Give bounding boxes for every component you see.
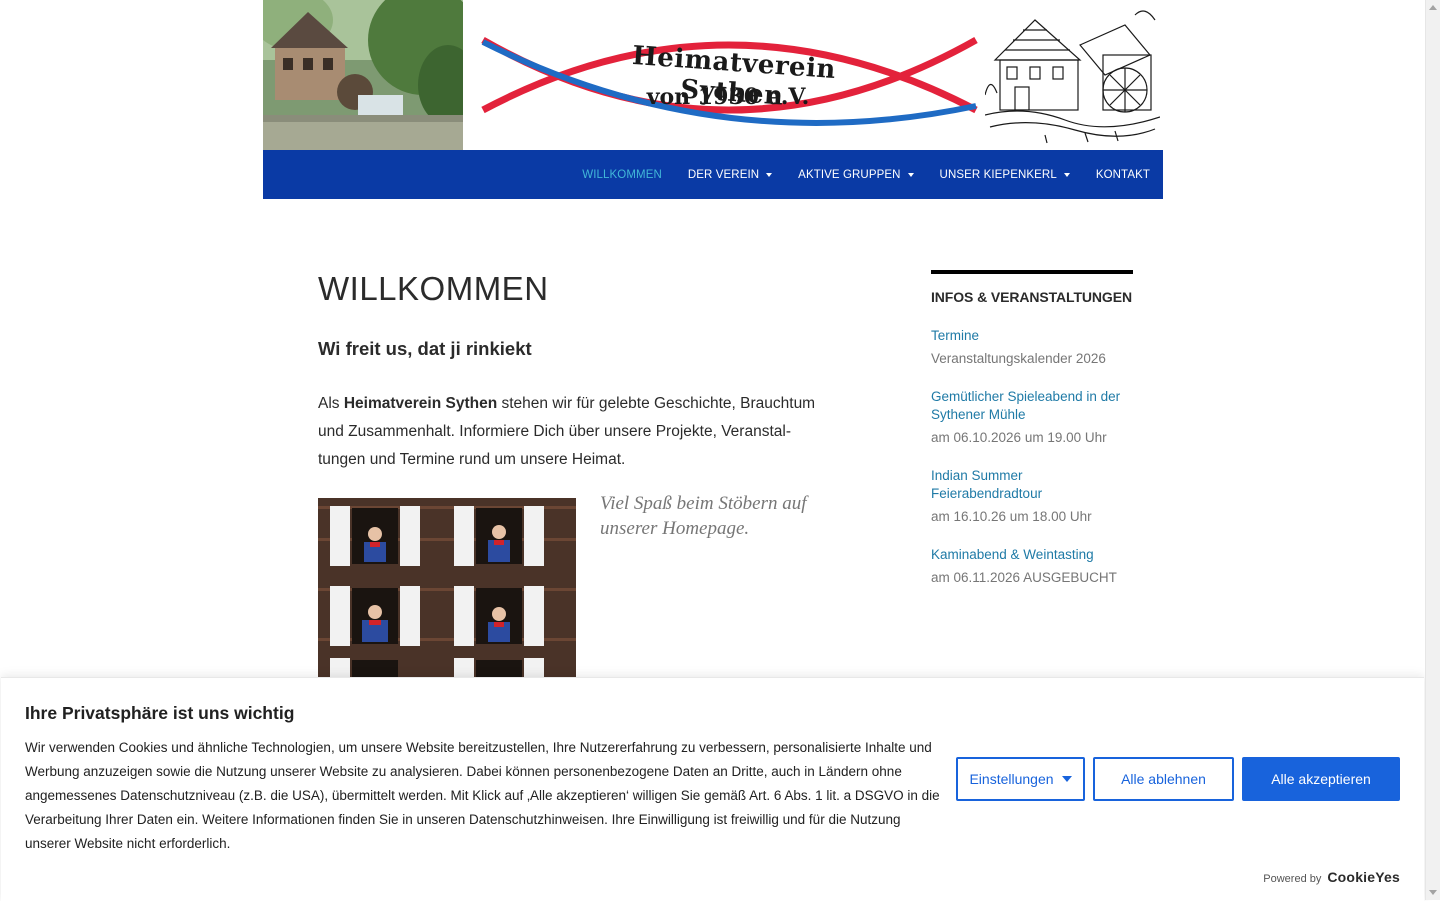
cookie-consent-banner: Ihre Privatsphäre ist uns wichtig Wir ve… xyxy=(1,677,1424,901)
caret-down-icon xyxy=(766,172,773,177)
reject-all-button[interactable]: Alle ablehnen xyxy=(1093,757,1234,801)
accept-all-button[interactable]: Alle akzeptieren xyxy=(1242,757,1400,801)
event-item: Gemütlicher Spieleabend in der Sythener … xyxy=(931,388,1133,447)
nav-item-der-verein[interactable]: DER VEREIN xyxy=(675,150,785,199)
scroll-down-icon[interactable] xyxy=(1429,890,1437,895)
site-header: Heimatverein Sythen von 1930 e.V. xyxy=(263,0,1163,150)
page-title: WILLKOMMEN xyxy=(318,270,549,307)
nav-item-label: AKTIVE GRUPPEN xyxy=(798,168,901,181)
event-link[interactable]: Kaminabend & Weintasting xyxy=(931,546,1133,564)
event-link[interactable]: Termine xyxy=(931,327,1133,345)
cookie-title: Ihre Privatsphäre ist uns wichtig xyxy=(25,703,295,723)
event-date: am 06.10.2026 um 19.00 Uhr xyxy=(931,430,1107,445)
scroll-up-icon[interactable] xyxy=(1429,5,1437,10)
nav-item-label: KONTAKT xyxy=(1095,168,1150,181)
powered-by-label: Powered by xyxy=(1263,873,1322,885)
nav-menu: WILLKOMMEN DER VEREIN AKTIVE GRUPPEN UNS… xyxy=(569,150,1163,199)
caret-down-icon xyxy=(1063,172,1070,177)
powered-by: Powered by CookieYes xyxy=(1263,869,1400,885)
nav-item-kontakt[interactable]: KONTAKT xyxy=(1083,150,1163,199)
mill-sketch-illustration xyxy=(985,10,1160,144)
intro-bold-name: Heimatverein Sythen xyxy=(343,395,498,412)
main-navigation: WILLKOMMEN DER VEREIN AKTIVE GRUPPEN UNS… xyxy=(263,150,1163,199)
event-date: am 16.10.26 um 18.00 Uhr xyxy=(931,509,1092,524)
cookie-settings-button[interactable]: Einstellungen xyxy=(956,757,1085,801)
nav-item-willkommen[interactable]: WILLKOMMEN xyxy=(569,150,675,199)
event-link[interactable]: Gemütlicher Spieleabend in der Sythener … xyxy=(931,388,1133,424)
nav-item-unser-kiepenkerl[interactable]: UNSER KIEPENKERL xyxy=(927,150,1083,199)
widget-title: INFOS & VERANSTALTUNGEN xyxy=(931,289,1132,305)
welcome-quote: Viel Spaß beim Stöbern auf unserer Homep… xyxy=(600,493,807,539)
site-logo[interactable]: Heimatverein Sythen von 1930 e.V. xyxy=(478,20,978,135)
cookie-description: Wir verwenden Cookies und ähnliche Techn… xyxy=(25,740,940,851)
nav-item-aktive-gruppen[interactable]: AKTIVE GRUPPEN xyxy=(785,150,926,199)
cookie-settings-label: Einstellungen xyxy=(969,771,1054,787)
main-content: WILLKOMMEN Wi freit us, dat ji rinkiekt … xyxy=(318,270,818,474)
nav-item-label: WILLKOMMEN xyxy=(582,168,662,181)
group-photo xyxy=(318,498,576,678)
event-date: am 06.11.2026 AUSGEBUCHT xyxy=(931,570,1117,585)
cookieyes-logo[interactable]: CookieYes xyxy=(1327,869,1400,885)
event-date: Veranstaltungskalender 2026 xyxy=(931,351,1106,366)
caret-down-icon xyxy=(1061,776,1072,782)
caret-down-icon xyxy=(907,172,914,177)
widget-divider xyxy=(931,270,1133,274)
intro-paragraph: Als Heimatverein Sythen stehen wir für g… xyxy=(318,390,823,474)
page-subtitle: Wi freit us, dat ji rinkiekt xyxy=(318,338,532,359)
sidebar-widget: INFOS & VERANSTALTUNGEN Termine Veransta… xyxy=(931,270,1133,587)
event-link[interactable]: Indian Summer Feierabendradtour xyxy=(931,467,1133,503)
event-item: Indian Summer Feierabendradtour am 16.10… xyxy=(931,467,1133,526)
logo-subtitle: von 1930 e.V. xyxy=(646,84,810,110)
nav-item-label: UNSER KIEPENKERL xyxy=(939,168,1057,181)
event-item: Kaminabend & Weintasting am 06.11.2026 A… xyxy=(931,546,1133,587)
mill-photo xyxy=(263,0,463,150)
page-scrollbar[interactable] xyxy=(1425,0,1440,900)
nav-item-label: DER VEREIN xyxy=(687,168,760,181)
intro-text-start: Als xyxy=(318,395,344,412)
event-item: Termine Veranstaltungskalender 2026 xyxy=(931,327,1133,368)
